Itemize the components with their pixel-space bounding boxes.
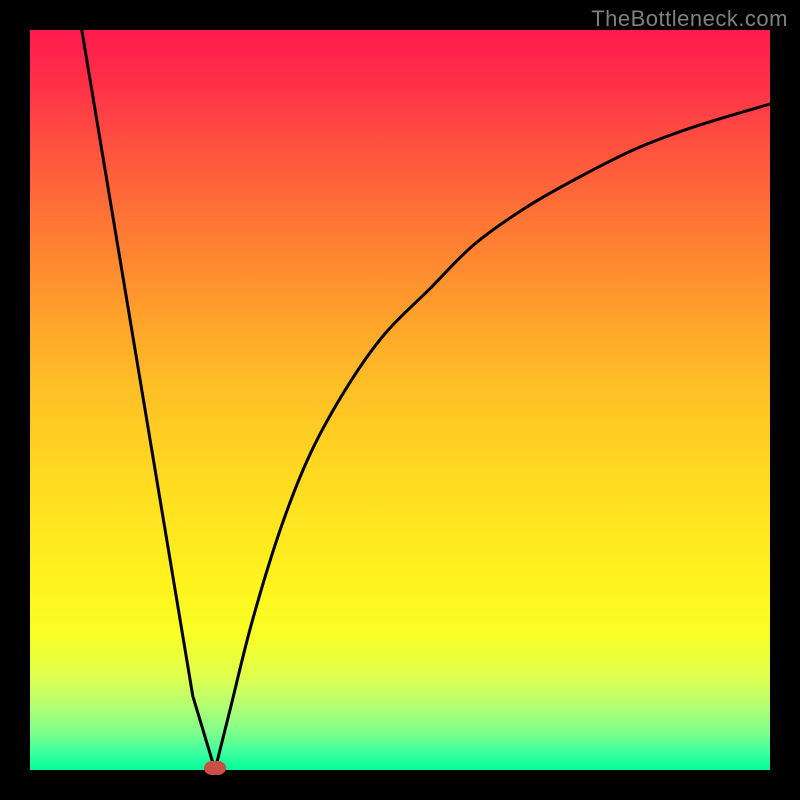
optimal-point-marker: [204, 761, 226, 775]
curve-left-branch: [82, 30, 215, 770]
chart-frame: TheBottleneck.com: [0, 0, 800, 800]
bottleneck-curve: [30, 30, 770, 770]
watermark-text: TheBottleneck.com: [591, 6, 788, 32]
curve-right-branch: [215, 104, 770, 770]
plot-area: [30, 30, 770, 770]
